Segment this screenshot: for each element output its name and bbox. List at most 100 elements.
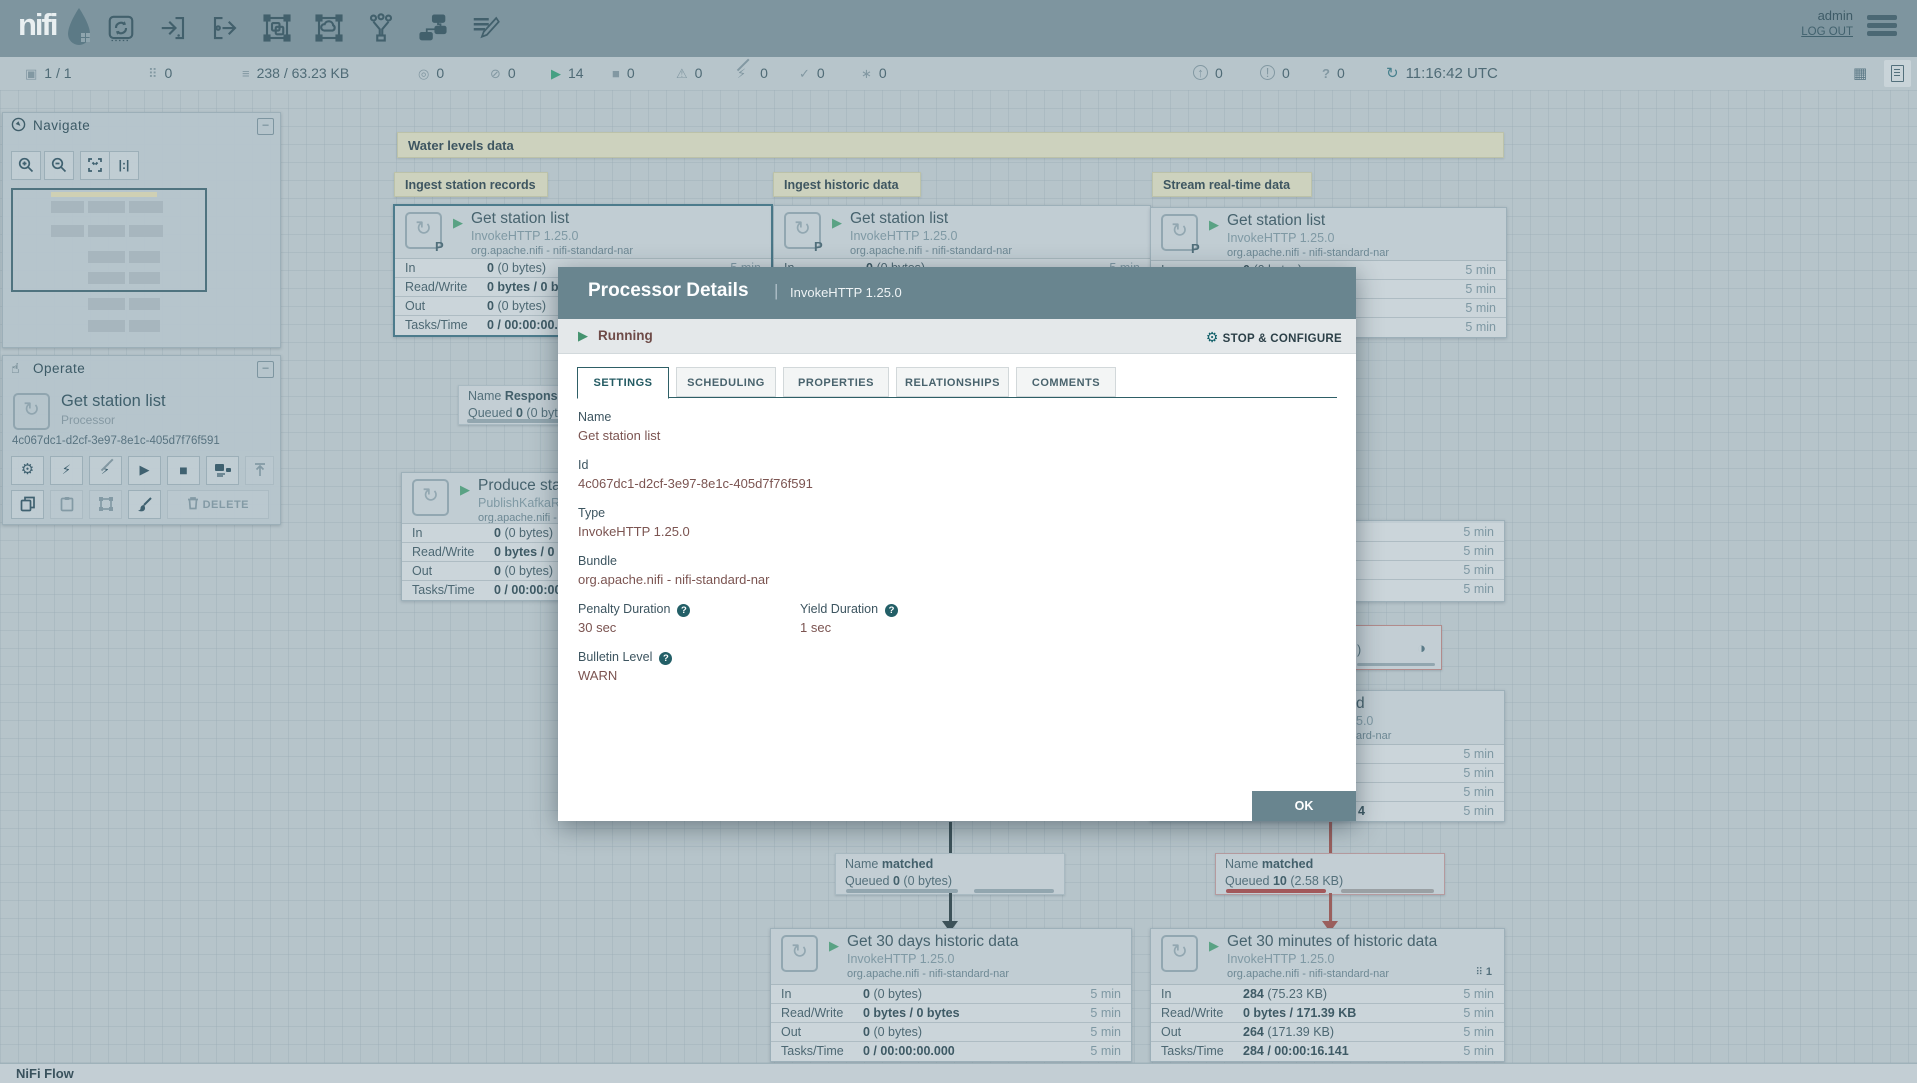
- help-icon[interactable]: ?: [677, 604, 690, 617]
- processor-icon: ↻: [781, 935, 818, 972]
- dialog-subtitle: InvokeHTTP 1.25.0: [790, 285, 902, 300]
- gear-icon: ⚙: [1206, 329, 1219, 345]
- processor-get-30-days-historic-data[interactable]: ↻ ▶ Get 30 days historic data InvokeHTTP…: [770, 928, 1132, 1062]
- field-id-value: 4c067dc1-d2cf-3e97-8e1c-405d7f76f591: [578, 476, 813, 491]
- refresh-icon[interactable]: ↻: [1386, 65, 1399, 82]
- field-bulletin-value: WARN: [578, 668, 617, 683]
- zoom-in-button[interactable]: [11, 151, 41, 180]
- canvas-label-section-3[interactable]: Stream real-time data: [1152, 172, 1312, 197]
- running-indicator-icon: ▶: [460, 482, 470, 498]
- transmitting-icon: ◎: [418, 66, 429, 81]
- drag-template-icon[interactable]: [418, 13, 448, 43]
- help-icon[interactable]: ?: [659, 652, 672, 665]
- canvas-label-section-2[interactable]: Ingest historic data: [773, 172, 921, 197]
- canvas-label-flow[interactable]: Water levels data: [397, 132, 1504, 158]
- app-toolbar: nifi admin LOG OUT: [0, 0, 1917, 57]
- queued-count: 238 / 63.23 KB: [257, 65, 350, 81]
- sync-failure-count: 0: [1337, 65, 1345, 81]
- selected-component-id: 4c067dc1-d2cf-3e97-8e1c-405d7f76f591: [12, 435, 220, 447]
- locally-modified-stale-icon: !: [1260, 65, 1275, 80]
- last-refresh-time: 11:16:42 UTC: [1406, 65, 1498, 82]
- ok-button[interactable]: OK: [1252, 791, 1356, 821]
- connection-label-matched-left[interactable]: Name matched Queued 0 (0 bytes): [835, 853, 1065, 895]
- tab-underline: [577, 397, 1337, 398]
- locally-modified-icon: ∗: [861, 66, 872, 81]
- breadcrumb[interactable]: NiFi Flow: [16, 1066, 74, 1081]
- minimap-block: [129, 320, 160, 332]
- minimap-block: [88, 201, 125, 213]
- delete-button[interactable]: DELETE: [167, 490, 269, 519]
- connection-label-matched-right[interactable]: Name matched Queued 10 (2.58 KB): [1215, 853, 1445, 895]
- processor-details-dialog: Processor Details | InvokeHTTP 1.25.0 ▶ …: [558, 267, 1356, 821]
- hand-pointer-icon: ☝: [11, 360, 20, 377]
- stop-button[interactable]: ■: [167, 456, 200, 485]
- field-name-label: Name: [578, 410, 611, 424]
- field-id-label: Id: [578, 458, 588, 472]
- paste-button[interactable]: [50, 490, 83, 519]
- tab-comments[interactable]: COMMENTS: [1016, 367, 1116, 397]
- tab-scheduling[interactable]: SCHEDULING: [676, 367, 776, 397]
- minimap-block: [129, 201, 163, 213]
- running-icon: ▶: [551, 66, 561, 81]
- panel-title: Navigate: [33, 118, 90, 133]
- logout-link[interactable]: LOG OUT: [1801, 26, 1853, 38]
- processor-name: Get 30 days historic data: [847, 933, 1018, 951]
- start-button[interactable]: ▶: [128, 456, 161, 485]
- stopped-count: 0: [627, 65, 635, 81]
- minimap-block: [129, 251, 160, 263]
- processor-bundle-fragment: ard-nar: [1356, 730, 1391, 742]
- tab-properties[interactable]: PROPERTIES: [783, 367, 889, 397]
- drag-processor-icon[interactable]: [106, 13, 136, 43]
- global-menu-icon[interactable]: [1867, 15, 1897, 39]
- drag-funnel-icon[interactable]: [366, 13, 396, 43]
- connection-line-backpressure: [1329, 822, 1332, 853]
- field-bulletin-label: Bulletin Level?: [578, 650, 672, 665]
- canvas-grid-toggle-icon[interactable]: ▦: [1853, 57, 1867, 90]
- drag-process-group-icon[interactable]: [262, 13, 292, 43]
- panel-title: Operate: [33, 361, 85, 376]
- create-template-button[interactable]: [206, 456, 239, 485]
- processor-type: InvokeHTTP 1.25.0: [850, 229, 957, 243]
- connection-line: [949, 822, 952, 853]
- tab-relationships[interactable]: RELATIONSHIPS: [896, 367, 1009, 397]
- dialog-header: Processor Details | InvokeHTTP 1.25.0: [558, 267, 1356, 319]
- zoom-out-button[interactable]: [44, 151, 74, 180]
- drag-remote-process-group-icon[interactable]: [314, 13, 344, 43]
- up-to-date-icon: ✓: [799, 66, 810, 81]
- change-color-button[interactable]: [128, 490, 161, 519]
- tab-settings[interactable]: SETTINGS: [577, 367, 669, 399]
- upload-template-button[interactable]: [245, 456, 274, 485]
- enable-button[interactable]: ⚡: [50, 456, 83, 485]
- minimap-block: [129, 298, 160, 310]
- running-indicator-icon: ▶: [829, 938, 839, 954]
- current-user: admin: [1818, 8, 1853, 23]
- stop-and-configure-button[interactable]: ⚙STOP & CONFIGURE: [1206, 329, 1342, 346]
- collapse-navigate-button[interactable]: –: [257, 118, 274, 135]
- dialog-title-separator: |: [774, 281, 778, 301]
- group-button[interactable]: [89, 490, 122, 519]
- copy-button[interactable]: [11, 490, 44, 519]
- processor-name: Produce stat: [478, 477, 565, 495]
- navigate-palette: Navigate – |:|: [2, 112, 281, 348]
- zoom-fit-button[interactable]: [80, 151, 110, 180]
- up-to-date-count: 0: [817, 65, 825, 81]
- load-balance-icon: ◑: [1417, 640, 1426, 657]
- configure-button[interactable]: ⚙: [11, 456, 44, 485]
- active-thread-count-badge: ⠿1: [1476, 966, 1492, 978]
- running-indicator-icon: ▶: [832, 215, 842, 231]
- bulletin-panel-toggle[interactable]: [1884, 60, 1911, 87]
- drag-output-port-icon[interactable]: [210, 13, 240, 43]
- field-type-value: InvokeHTTP 1.25.0: [578, 524, 690, 539]
- disable-button[interactable]: ⚡: [89, 456, 122, 485]
- not-transmitting-icon: ⊘: [490, 66, 501, 81]
- help-icon[interactable]: ?: [885, 604, 898, 617]
- processor-get-30-minutes-historic-data[interactable]: ↻ ▶ Get 30 minutes of historic data Invo…: [1150, 928, 1505, 1062]
- running-indicator-icon: ▶: [1209, 938, 1219, 954]
- canvas-label-section-1[interactable]: Ingest station records: [394, 172, 548, 197]
- drag-input-port-icon[interactable]: [158, 13, 188, 43]
- zoom-actual-size-button[interactable]: |:|: [109, 151, 139, 180]
- drag-label-icon[interactable]: [470, 13, 500, 43]
- not-transmitting-count: 0: [508, 65, 516, 81]
- locally-modified-count: 0: [879, 65, 887, 81]
- collapse-operate-button[interactable]: –: [257, 361, 274, 378]
